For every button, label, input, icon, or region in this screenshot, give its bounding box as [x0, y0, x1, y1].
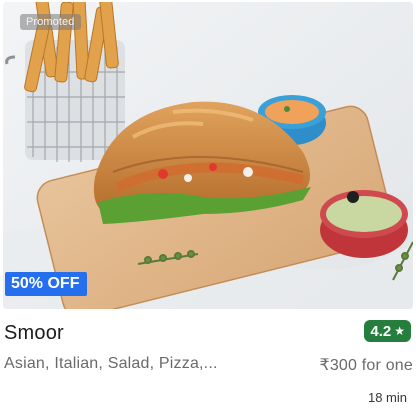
- delivery-time: 18 min: [367, 390, 407, 405]
- rating-badge: 4.2 ★: [364, 320, 411, 342]
- restaurant-card[interactable]: Promoted 50% OFF Smoor 4.2 ★ Asian, Ital…: [0, 0, 416, 418]
- star-icon: ★: [394, 324, 405, 338]
- promoted-badge: Promoted: [20, 14, 81, 30]
- restaurant-image[interactable]: Promoted: [3, 2, 413, 309]
- offer-badge: 50% OFF: [5, 272, 88, 296]
- price-for-one: ₹300 for one: [319, 357, 413, 374]
- cuisine-list: Asian, Italian, Salad, Pizza,...: [4, 355, 218, 372]
- rating-value: 4.2: [370, 322, 392, 340]
- restaurant-name[interactable]: Smoor: [4, 320, 64, 346]
